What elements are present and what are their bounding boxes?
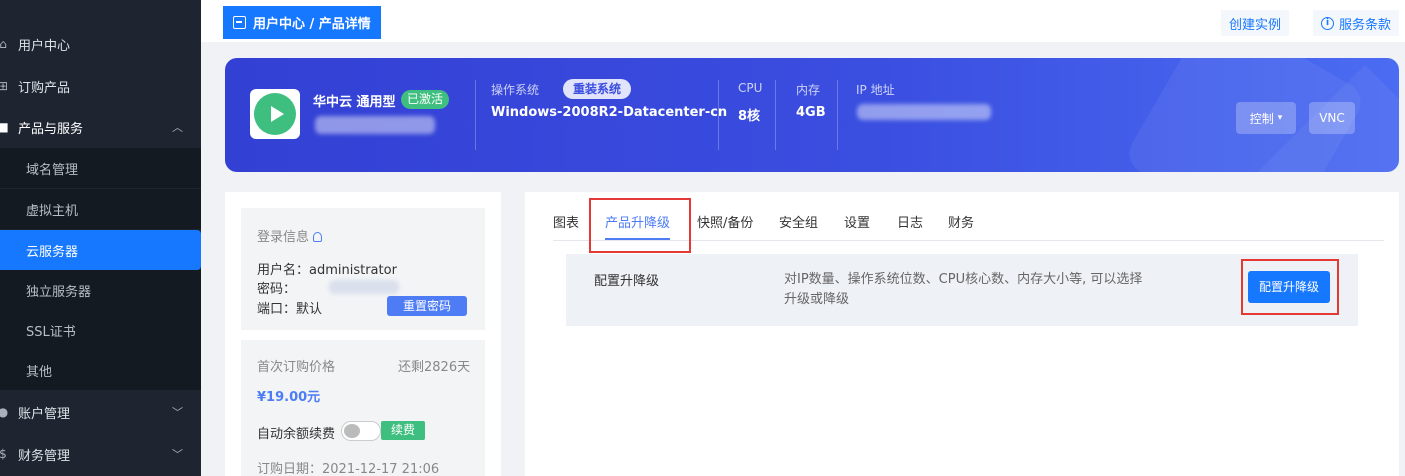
login-title: 登录信息 [257,226,323,245]
mem-label: 内存 [796,83,821,97]
upgrade-description: 对IP数量、操作系统位数、CPU核心数、内存大小等, 可以选择升级或降级 [784,272,1143,307]
highlight-box-button [1241,259,1339,315]
sidebar-item-user-center[interactable]: ⌂ 用户中心 [0,24,201,64]
info-panel: 登录信息 用户名：administrator 密码： 端口：默认 重置密码 首次… [225,192,501,476]
tab-security-group[interactable]: 安全组 [779,214,818,240]
product-name: 华中云 通用型 [313,95,396,110]
sidebar: ⌂ 用户中心 ⊞ 订购产品 ■ 产品与服务 ︿ 域名管理 虚拟主机 云服务器 独… [0,0,201,476]
tab-snapshot[interactable]: 快照/备份 [697,214,753,240]
sidebar-item-label: SSL证书 [26,324,76,340]
divider [837,80,838,150]
auto-renew-toggle[interactable] [341,421,381,441]
sidebar-item-label: 财务管理 [18,448,71,464]
sidebar-item-products-services[interactable]: ■ 产品与服务 ︿ [0,107,201,147]
sidebar-item-label: 域名管理 [26,162,79,178]
port: 端口：默认 [257,302,323,317]
mem-value: 4GB [796,105,826,120]
os-value: Windows-2008R2-Datacenter-cn [491,105,728,120]
sidebar-item-label: 其他 [26,364,53,380]
chevron-down-icon: ▾ [1277,113,1283,123]
password: 密码： [257,282,297,297]
tab-chart[interactable]: 图表 [553,214,579,240]
person-icon [313,232,323,242]
sidebar-item-virtual-host[interactable]: 虚拟主机 [0,189,201,229]
order-info-card: 首次订购价格 还剩2826天 ¥19.00元 自动余额续费 续费 订购日期：20… [241,340,485,476]
control-label: 控制 [1249,111,1274,126]
sidebar-item-ssl[interactable]: SSL证书 [0,310,201,350]
home-icon: ⌂ [0,37,7,51]
info-icon: i [1321,16,1334,30]
ip-label: IP 地址 [856,83,895,97]
tab-finance[interactable]: 财务 [948,214,974,240]
sidebar-item-label: 用户中心 [18,38,71,54]
chevron-up-icon: ︿ [172,121,183,134]
tab-settings[interactable]: 设置 [844,214,870,240]
highlight-box-tab [589,198,691,253]
sidebar-item-other[interactable]: 其他 [0,350,201,390]
sidebar-item-label: 虚拟主机 [26,203,79,219]
reinstall-button[interactable]: 重装系统 [563,79,632,99]
terms-button[interactable]: i 服务条款 [1313,10,1400,36]
sidebar-item-label: 订购产品 [18,80,71,96]
detail-panel: 图表 产品升降级 快照/备份 安全组 设置 日志 财务 配置升降级 对IP数量、… [525,192,1399,476]
vnc-button[interactable]: VNC [1309,102,1355,134]
username: 用户名：administrator [257,263,397,278]
divider [718,80,719,150]
chevron-down-icon: ﹀ [172,448,183,461]
upgrade-row: 配置升降级 对IP数量、操作系统位数、CPU核心数、内存大小等, 可以选择升级或… [566,254,1358,326]
play-icon [254,93,296,135]
redacted-password [329,280,399,294]
breadcrumb[interactable]: 用户中心 / 产品详情 [223,6,381,39]
login-title-text: 登录信息 [257,230,310,245]
sidebar-item-finance[interactable]: $ 财务管理 ﹀ [0,434,201,474]
auto-renew-label: 自动余额续费 [257,427,336,442]
create-instance-button[interactable]: 创建实例 [1221,10,1290,36]
breadcrumb-text: 用户中心 / 产品详情 [253,17,371,32]
price-label: 首次订购价格 [257,360,336,375]
product-banner: 华中云 通用型 已激活 操作系统 重装系统 Windows-2008R2-Dat… [225,58,1399,172]
top-bar: 用户中心 / 产品详情 创建实例 i 服务条款 [201,0,1405,42]
status-icon-box [250,89,300,139]
login-icon [233,16,246,29]
create-instance-label: 创建实例 [1229,17,1282,33]
redacted-ip [857,104,991,120]
reset-password-button[interactable]: 重置密码 [387,296,467,316]
cpu-value: 8核 [738,109,761,124]
divider [775,80,776,150]
sidebar-item-cloud-server[interactable]: 云服务器 [0,230,201,270]
sidebar-item-order-products[interactable]: ⊞ 订购产品 [0,66,201,106]
tab-logs[interactable]: 日志 [897,214,923,240]
divider [475,80,476,150]
remaining-days: 还剩2826天 [398,360,471,375]
sidebar-item-label: 产品与服务 [18,121,84,137]
sidebar-item-label: 独立服务器 [26,284,92,300]
sidebar-item-label: 云服务器 [26,244,79,260]
chevron-down-icon: ﹀ [172,406,183,419]
upgrade-title: 配置升降级 [594,274,660,289]
terms-label: 服务条款 [1339,17,1392,33]
status-badge: 已激活 [401,90,450,109]
sidebar-item-dedicated-server[interactable]: 独立服务器 [0,270,201,310]
renew-button[interactable]: 续费 [381,421,426,440]
price: ¥19.00元 [257,390,321,405]
sidebar-item-account[interactable]: ● 账户管理 ﹀ [0,392,201,432]
grid-icon: ⊞ [0,79,9,93]
vnc-label: VNC [1319,111,1345,125]
user-icon: ● [0,405,9,419]
money-icon: $ [0,447,7,461]
redacted-host [315,116,435,134]
apps-icon: ■ [0,120,9,134]
sidebar-item-domain[interactable]: 域名管理 [0,148,201,188]
login-info-card: 登录信息 用户名：administrator 密码： 端口：默认 重置密码 [241,208,485,330]
sidebar-item-label: 账户管理 [18,406,71,422]
os-label: 操作系统 [491,83,540,97]
order-date: 订购日期：2021-12-17 21:06 [257,462,440,476]
cpu-label: CPU [738,81,763,95]
control-dropdown[interactable]: 控制 ▾ [1236,102,1296,134]
